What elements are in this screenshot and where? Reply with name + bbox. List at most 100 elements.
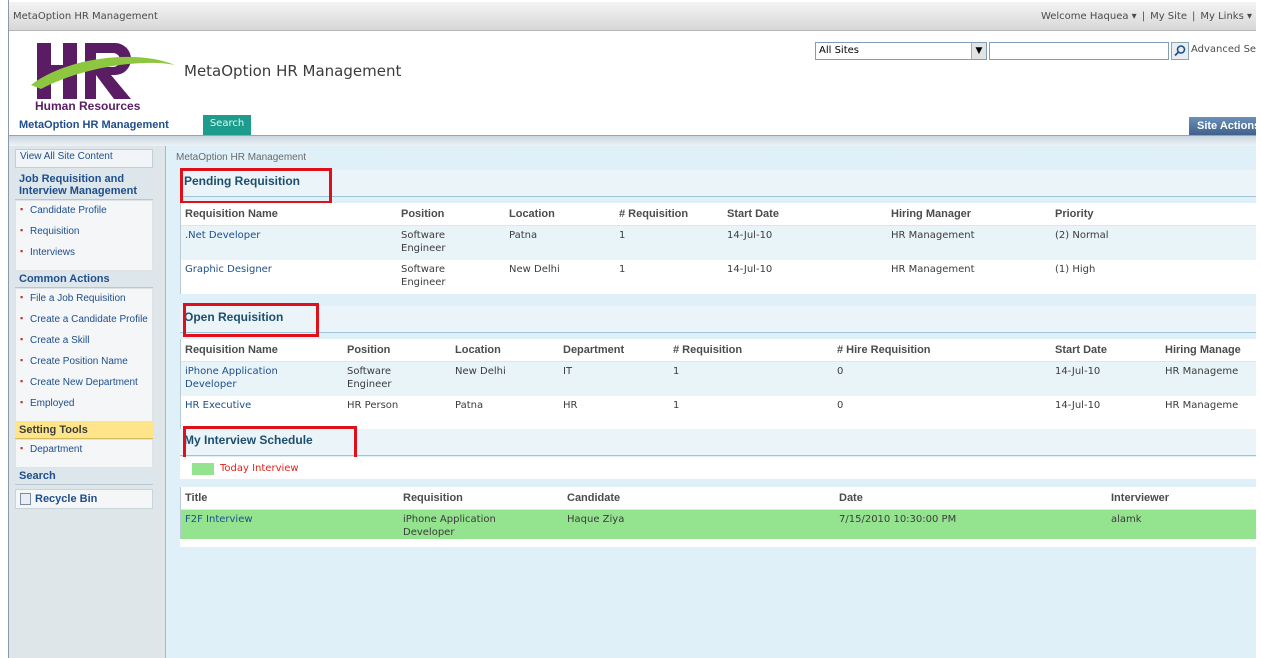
column-header[interactable]: Requisition Name — [181, 203, 397, 226]
ql-heading-setting-tools[interactable]: Setting Tools — [15, 422, 153, 439]
table-header-row: Requisition Name Position Location # Req… — [181, 203, 1256, 226]
recycle-bin-icon — [20, 493, 31, 506]
column-header[interactable]: Position — [343, 339, 451, 362]
search-scope-select[interactable]: All Sites ▼ — [815, 42, 987, 60]
requisition-name-link[interactable]: iPhone Application Developer — [181, 361, 343, 396]
global-top-bar: MetaOption HR Management Welcome Haquea … — [9, 2, 1256, 31]
ql-heading-common-actions[interactable]: Common Actions — [15, 271, 153, 288]
ql-item-create-new-department[interactable]: Create New Department — [16, 375, 152, 390]
ql-item-interviews[interactable]: Interviews — [16, 245, 152, 260]
column-header[interactable]: Start Date — [1051, 339, 1161, 362]
nav-divider — [9, 135, 1256, 146]
table-cell: IT — [559, 361, 669, 396]
table-cell: HR Management — [891, 264, 975, 275]
breadcrumb[interactable]: MetaOption HR Management — [176, 152, 306, 163]
table-cell: 1 — [673, 400, 680, 411]
column-header[interactable]: Requisition — [399, 487, 563, 510]
advanced-search-link[interactable]: Advanced Se — [1191, 44, 1256, 55]
browser-frame: MetaOption HR Management Welcome Haquea … — [8, 0, 1256, 658]
cell-text: iPhone Application Developer — [403, 514, 496, 538]
search-input[interactable] — [989, 42, 1169, 60]
requisition-name-link[interactable]: .Net Developer — [181, 225, 397, 260]
ql-item-file-job-requisition[interactable]: File a Job Requisition — [16, 291, 152, 306]
cell-text: Software Engineer — [347, 366, 392, 390]
table-header-row: Title Requisition Candidate Date Intervi… — [181, 487, 1256, 510]
column-header[interactable]: # Hire Requisition — [833, 339, 1051, 362]
webpart-footer — [180, 539, 1256, 547]
table-cell: Software Engineer — [397, 225, 505, 260]
ql-item-candidate-profile[interactable]: Candidate Profile — [16, 203, 152, 218]
column-header[interactable]: Hiring Manager — [887, 203, 1051, 226]
ql-item-create-position-name[interactable]: Create Position Name — [16, 354, 152, 369]
search-scope-value: All Sites — [819, 45, 859, 56]
ql-heading-job-requisition[interactable]: Job Requisition and Interview Management — [15, 171, 153, 200]
requisition-name-link[interactable]: Graphic Designer — [181, 260, 397, 294]
ql-list-setting-tools: Department — [15, 439, 153, 468]
welcome-menu[interactable]: Welcome Haquea ▾ — [1041, 11, 1137, 22]
my-links-menu[interactable]: My Links ▾ — [1200, 11, 1252, 22]
my-site-link[interactable]: My Site — [1150, 11, 1187, 22]
table-cell: Patna — [455, 400, 484, 411]
main-content: MetaOption HR Management Pending Requisi… — [166, 146, 1256, 658]
column-header[interactable]: Candidate — [563, 487, 835, 510]
chevron-down-icon[interactable]: ▼ — [971, 43, 986, 59]
column-header[interactable]: Priority — [1051, 203, 1256, 226]
cell-text: Software Engineer — [401, 230, 446, 254]
table-cell: 14-Jul-10 — [723, 225, 887, 260]
search-icon[interactable] — [1171, 42, 1189, 60]
ql-item-department[interactable]: Department — [16, 442, 152, 457]
table-cell: HR — [563, 400, 578, 411]
column-header[interactable]: Title — [181, 487, 399, 510]
top-site-name[interactable]: MetaOption HR Management — [13, 11, 158, 22]
column-header[interactable]: Start Date — [723, 203, 887, 226]
tab-search[interactable]: Search — [203, 115, 251, 137]
ql-heading-search[interactable]: Search — [15, 468, 153, 485]
column-header[interactable]: # Requisition — [615, 203, 723, 226]
ql-item-requisition[interactable]: Requisition — [16, 224, 152, 239]
ql-item-create-candidate-profile[interactable]: Create a Candidate Profile — [16, 312, 152, 327]
table-cell: New Delhi — [451, 361, 559, 396]
site-title: MetaOption HR Management — [184, 62, 402, 80]
column-header[interactable]: Location — [505, 203, 615, 226]
table-cell: 1 — [669, 361, 833, 396]
column-header[interactable]: Position — [397, 203, 505, 226]
pending-requisition-webpart: Requisition Name Position Location # Req… — [180, 203, 1256, 294]
column-header[interactable]: Department — [559, 339, 669, 362]
cell-text: iPhone Application Developer — [185, 366, 278, 390]
column-header[interactable]: Interviewer — [1107, 487, 1256, 510]
table-cell: 14-Jul-10 — [1055, 400, 1101, 411]
column-header[interactable]: Date — [835, 487, 1107, 510]
ql-list-job-requisition: Candidate Profile Requisition Interviews — [15, 200, 153, 271]
annotation-box-pending — [180, 168, 332, 204]
pending-requisition-header: Pending Requisition — [180, 170, 1256, 197]
column-header[interactable]: Requisition Name — [181, 339, 343, 362]
ql-list-common-actions: File a Job Requisition Create a Candidat… — [15, 288, 153, 422]
column-header[interactable]: Location — [451, 339, 559, 362]
view-all-site-content-link[interactable]: View All Site Content — [15, 149, 153, 168]
requisition-name-link[interactable]: HR Executive — [181, 396, 343, 430]
top-right-links: Welcome Haquea ▾ | My Site | My Links ▾ — [1040, 11, 1252, 22]
table-cell: New Delhi — [509, 264, 560, 275]
table-cell: HR Manageme — [1161, 361, 1256, 396]
recycle-bin-label: Recycle Bin — [35, 493, 98, 505]
table-cell: 14-Jul-10 — [1051, 361, 1161, 396]
table-cell: (2) Normal — [1051, 225, 1256, 260]
ql-item-create-skill[interactable]: Create a Skill — [16, 333, 152, 348]
quick-launch: View All Site Content Job Requisition an… — [9, 146, 166, 658]
table-row: .Net Developer Software Engineer Patna 1… — [181, 225, 1256, 260]
open-requisition-header: Open Requisition — [180, 306, 1256, 333]
table-cell: 1 — [615, 225, 723, 260]
table-cell: 1 — [619, 264, 626, 275]
interview-schedule-webpart: Title Requisition Candidate Date Intervi… — [180, 487, 1256, 544]
annotation-box-open — [183, 303, 319, 337]
pending-requisition-table: Requisition Name Position Location # Req… — [181, 203, 1256, 294]
ql-item-employed[interactable]: Employed — [16, 396, 152, 411]
recycle-bin-link[interactable]: Recycle Bin — [15, 489, 153, 510]
table-row: iPhone Application Developer Software En… — [181, 361, 1256, 396]
table-cell: HR Person — [347, 400, 399, 411]
site-actions-menu[interactable]: Site Actions — [1189, 117, 1256, 136]
column-header[interactable]: # Requisition — [669, 339, 833, 362]
table-header-row: Requisition Name Position Location Depar… — [181, 339, 1256, 362]
legend-swatch — [192, 463, 214, 475]
column-header[interactable]: Hiring Manage — [1161, 339, 1256, 362]
